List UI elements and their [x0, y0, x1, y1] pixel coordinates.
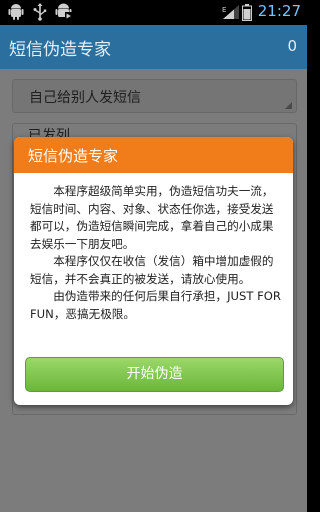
android-debug-icon [55, 3, 73, 25]
svg-text:E: E [222, 6, 226, 14]
dialog-header: 短信伪造专家 [14, 137, 293, 173]
dialog-paragraph: 本程序超级简单实用，伪造短信功夫一流，短信时间、内容、对象、状态任你选，接受发送… [30, 184, 274, 251]
page-title: 短信伪造专家 [9, 40, 111, 60]
app-bar: 短信伪造专家 0 [0, 25, 307, 69]
android-icon [8, 3, 24, 24]
usb-icon [33, 3, 47, 25]
message-count: 0 [287, 37, 297, 55]
battery-icon [242, 4, 252, 25]
status-bar: E 21:27 [0, 0, 307, 25]
dialog-paragraph: 由伪造带来的任何后果自行承担，JUST FOR FUN，恶搞无极限。 [30, 289, 281, 321]
status-time: 21:27 [257, 2, 301, 20]
dialog-title: 短信伪造专家 [28, 147, 119, 165]
dialog-message: 本程序超级简单实用，伪造短信功夫一流，短信时间、内容、对象、状态任你选，接受发送… [30, 183, 282, 323]
start-forge-button[interactable]: 开始伪造 [25, 357, 284, 392]
signal-icon: E [222, 4, 240, 24]
intro-dialog: 短信伪造专家 本程序超级简单实用，伪造短信功夫一流，短信时间、内容、对象、状态任… [14, 137, 293, 405]
dialog-paragraph: 本程序仅仅在收信（发信）箱中增加虚假的短信，并不会真正的被发送，请放心使用。 [30, 254, 274, 286]
